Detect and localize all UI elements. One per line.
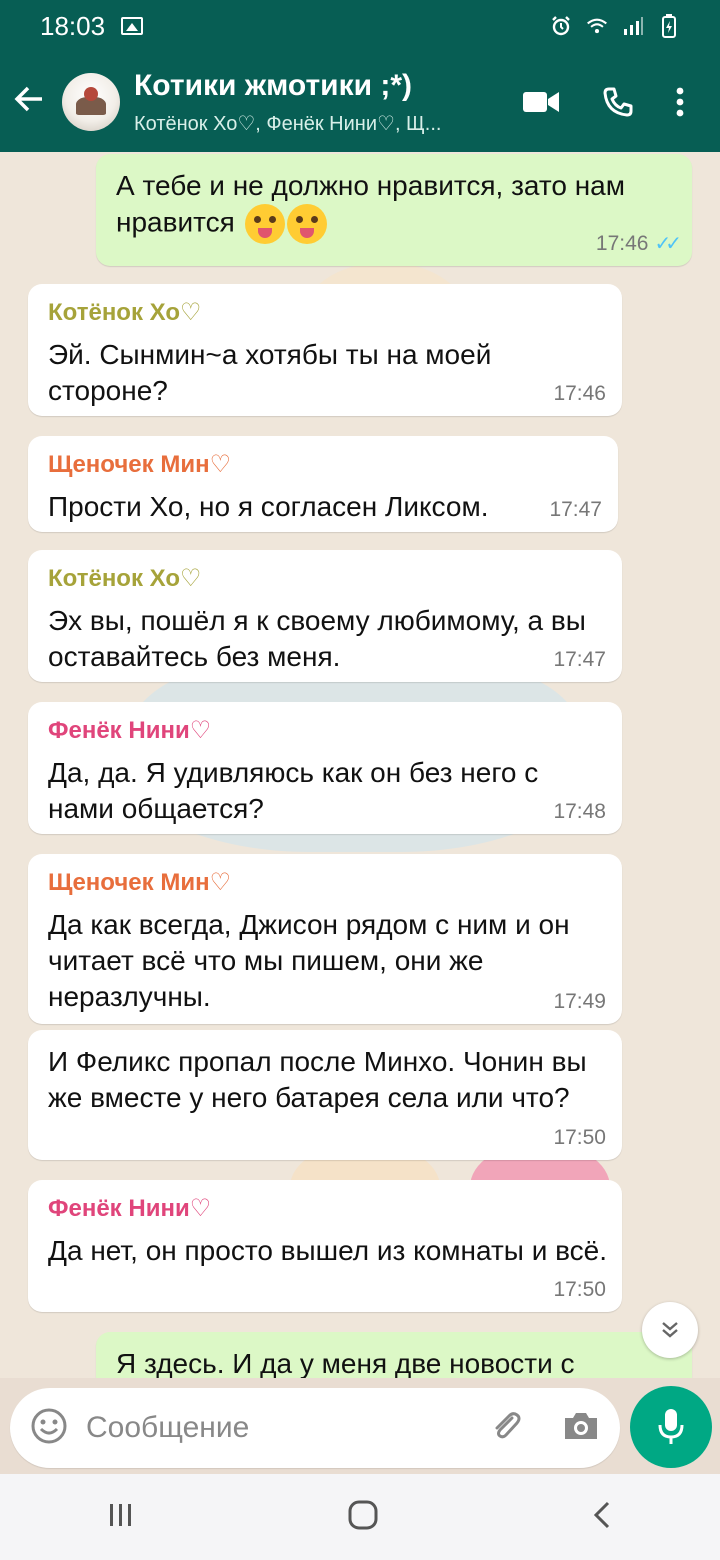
message-sender[interactable]: Фенёк Нини♡ [48, 1194, 602, 1223]
group-avatar[interactable] [62, 73, 120, 131]
message-sender[interactable]: Щеночек Мин♡ [48, 450, 598, 479]
scroll-to-bottom-button[interactable] [642, 1302, 698, 1358]
message-text: Эй. Сынмин~а хотябы ты на моей стороне? [48, 339, 492, 406]
composer-bar [0, 1378, 720, 1474]
message-text: Да нет, он просто вышел из комнаты и всё… [48, 1235, 608, 1266]
chat-members: Котёнок Хо♡, Фенёк Нини♡, Щ... [134, 112, 442, 135]
message-time: 17:48 [553, 800, 606, 823]
chevron-left-icon [594, 1501, 610, 1528]
chat-header: Котики жмотики ;*) Котёнок Хо♡, Фенёк Ни… [0, 52, 720, 152]
winking-tongue-emoji-icon [244, 204, 285, 244]
read-receipt-icon: ✓✓ [654, 233, 681, 255]
chevron-double-down-icon [662, 1322, 678, 1338]
home-button[interactable] [347, 1499, 379, 1536]
message-incoming[interactable]: И Феликс пропал после Минхо. Чонин вы же… [28, 1030, 622, 1160]
message-time: 17:50 [553, 1278, 606, 1301]
message-text-line: нравится [116, 206, 235, 238]
system-back-button[interactable] [590, 1499, 614, 1536]
message-meta: 17:46 ✓✓ [595, 231, 682, 256]
message-outgoing[interactable]: А тебе и не должно нравится, зато нам нр… [96, 154, 692, 266]
message-outgoing[interactable]: Я здесь. И да у меня две новости с [96, 1332, 692, 1378]
message-sender[interactable]: Фенёк Нини♡ [48, 716, 602, 745]
message-time: 17:47 [553, 648, 606, 671]
message-text: И Феликс пропал после Минхо. Чонин вы же… [48, 1046, 587, 1113]
message-text-line: А тебе и не должно нравится, зато нам [116, 170, 626, 201]
message-time: 17:49 [553, 990, 606, 1013]
more-vert-icon [676, 87, 684, 117]
message-text: Эх вы, пошёл я к своему любимому, а вы о… [48, 605, 586, 672]
message-time: 17:47 [549, 498, 602, 521]
message-text: Да, да. Я удивляюсь как он без него с на… [48, 757, 539, 824]
battery-icon [658, 14, 680, 38]
gallery-notification-icon [121, 17, 144, 35]
voice-message-button[interactable] [630, 1386, 712, 1468]
message-incoming[interactable]: Фенёк Нини♡ Да, да. Я удивляюсь как он б… [28, 702, 622, 834]
message-text: Я здесь. И да у меня две новости с [116, 1348, 575, 1378]
message-text: Да как всегда, Джисон рядом с ним и он ч… [48, 909, 570, 1012]
status-bar: 18:03 [0, 0, 720, 52]
video-call-button[interactable] [522, 89, 560, 115]
message-time: 17:50 [553, 1126, 606, 1149]
recents-icon [109, 1503, 131, 1526]
status-icons [550, 14, 680, 38]
paperclip-icon [495, 1411, 521, 1438]
message-incoming[interactable]: Фенёк Нини♡ Да нет, он просто вышел из к… [28, 1180, 622, 1312]
winking-tongue-emoji-icon [286, 204, 327, 244]
microphone-icon [658, 1409, 684, 1444]
message-time: 17:46 [553, 382, 606, 405]
message-incoming[interactable]: Щеночек Мин♡ Да как всегда, Джисон рядом… [28, 854, 622, 1024]
message-time: 17:46 [595, 231, 649, 255]
voice-call-button[interactable] [602, 86, 634, 118]
message-composer [10, 1388, 620, 1468]
message-text: А тебе и не должно нравится, зато нам нр… [116, 168, 672, 244]
emoji-button[interactable] [30, 1407, 68, 1450]
message-sender[interactable]: Котёнок Хо♡ [48, 298, 602, 327]
chat-title: Котики жмотики ;*) [134, 68, 413, 102]
message-incoming[interactable]: Щеночек Мин♡ Прости Хо, но я согласен Ли… [28, 436, 618, 532]
message-sender[interactable]: Котёнок Хо♡ [48, 564, 602, 593]
message-incoming[interactable]: Котёнок Хо♡ Эй. Сынмин~а хотябы ты на мо… [28, 284, 622, 416]
message-sender[interactable]: Щеночек Мин♡ [48, 868, 602, 897]
back-button[interactable] [12, 82, 52, 123]
camera-button[interactable] [562, 1410, 600, 1447]
arrow-left-icon [14, 86, 42, 111]
status-time: 18:03 [40, 10, 106, 41]
chat-info[interactable]: Котики жмотики ;*) Котёнок Хо♡, Фенёк Ни… [134, 69, 522, 136]
camera-icon [565, 1412, 597, 1439]
system-nav-bar [0, 1474, 720, 1560]
message-text: Прости Хо, но я согласен Ликсом. [48, 491, 489, 522]
home-icon [348, 1500, 378, 1529]
recent-apps-button[interactable] [106, 1500, 136, 1535]
chat-area[interactable]: А тебе и не должно нравится, зато нам нр… [0, 152, 720, 1378]
top-bar: 18:03 Котики жмотики ;*) Котёнок Хо♡, Фе… [0, 0, 720, 152]
video-camera-icon [523, 92, 559, 112]
more-options-button[interactable] [676, 87, 684, 117]
attach-button[interactable] [488, 1408, 524, 1449]
smiley-icon [31, 1408, 67, 1443]
message-input[interactable] [86, 1411, 488, 1445]
alarm-icon [550, 15, 572, 37]
message-incoming[interactable]: Котёнок Хо♡ Эх вы, пошёл я к своему люби… [28, 550, 622, 682]
phone-icon [603, 87, 633, 117]
signal-icon [622, 15, 644, 37]
wifi-icon [586, 15, 608, 37]
